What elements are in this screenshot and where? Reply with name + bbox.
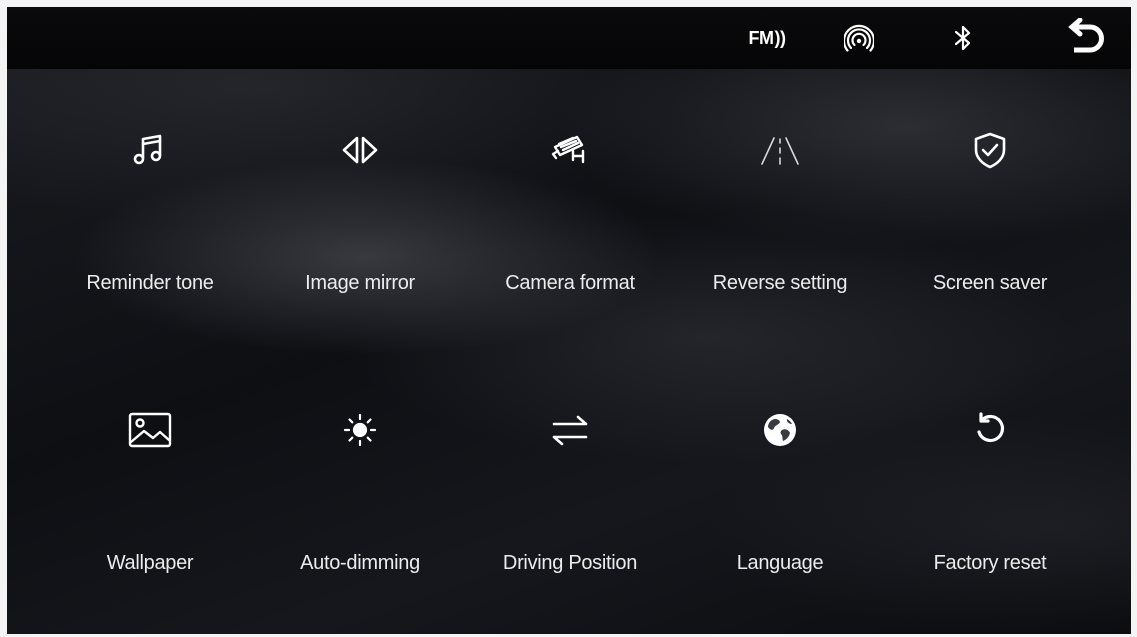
bluetooth-icon[interactable] xyxy=(945,7,981,69)
swap-arrows-icon xyxy=(545,405,595,455)
reverse-setting-tile[interactable]: Reverse setting xyxy=(675,117,885,317)
reverse-setting-label: Reverse setting xyxy=(712,272,848,294)
screen-saver-tile[interactable]: Screen saver xyxy=(885,117,1095,317)
camera-format-tile[interactable]: Camera format xyxy=(465,117,675,317)
language-label: Language xyxy=(736,552,824,574)
mirror-arrows-icon xyxy=(335,125,385,175)
settings-screen: FM)) Reminder tone Image mirror Camera f… xyxy=(7,7,1131,634)
settings-grid: Reminder tone Image mirror Camera format… xyxy=(45,117,1095,617)
reminder-tone-label: Reminder tone xyxy=(86,272,214,294)
factory-reset-label: Factory reset xyxy=(933,552,1047,574)
globe-icon xyxy=(755,405,805,455)
auto-dimming-tile[interactable]: Auto-dimming xyxy=(255,397,465,597)
shield-check-icon xyxy=(965,125,1015,175)
music-note-icon xyxy=(125,125,175,175)
fm-radio-indicator[interactable]: FM)) xyxy=(737,7,797,69)
auto-dimming-label: Auto-dimming xyxy=(300,552,420,574)
wallpaper-tile[interactable]: Wallpaper xyxy=(45,397,255,597)
image-icon xyxy=(125,405,175,455)
image-mirror-tile[interactable]: Image mirror xyxy=(255,117,465,317)
status-bar: FM)) xyxy=(7,7,1131,69)
factory-reset-tile[interactable]: Factory reset xyxy=(885,397,1095,597)
driving-position-label: Driving Position xyxy=(502,552,638,574)
road-lanes-icon xyxy=(755,125,805,175)
wireless-hotspot-icon[interactable] xyxy=(839,7,879,69)
reminder-tone-tile[interactable]: Reminder tone xyxy=(45,117,255,317)
reset-icon xyxy=(965,405,1015,455)
screen-saver-label: Screen saver xyxy=(932,272,1048,294)
fm-waves-icon: )) xyxy=(774,27,787,48)
wallpaper-label: Wallpaper xyxy=(106,552,194,574)
language-tile[interactable]: Language xyxy=(675,397,885,597)
brightness-icon xyxy=(335,405,385,455)
security-camera-icon xyxy=(545,125,595,175)
driving-position-tile[interactable]: Driving Position xyxy=(465,397,675,597)
camera-format-label: Camera format xyxy=(505,272,635,294)
back-icon[interactable] xyxy=(1062,7,1112,69)
image-mirror-label: Image mirror xyxy=(305,272,415,294)
fm-radio-icon: FM xyxy=(748,27,775,48)
